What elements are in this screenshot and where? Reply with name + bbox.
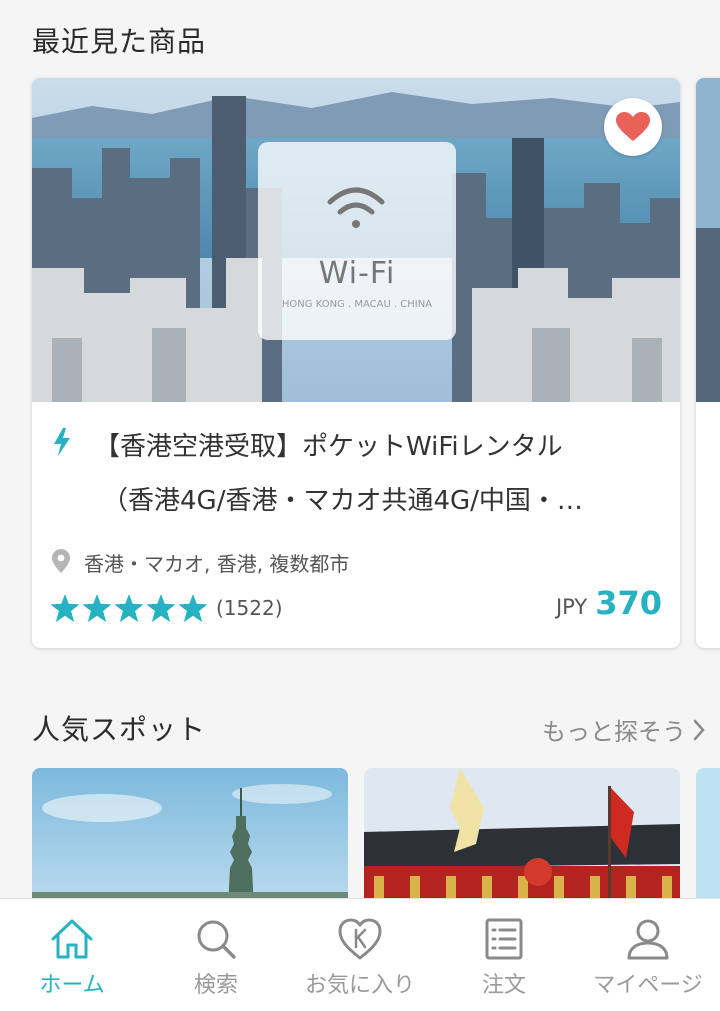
nav-mypage-label: マイページ <box>593 973 703 998</box>
user-icon <box>627 919 669 960</box>
favorite-button[interactable] <box>604 98 662 156</box>
spot-card-peek[interactable] <box>696 768 720 908</box>
nav-home-label: ホーム <box>39 973 105 998</box>
chevron-right-icon <box>693 719 705 740</box>
nav-mypage[interactable]: マイページ <box>576 899 720 1011</box>
home-icon <box>51 919 93 959</box>
next-product-card-peek[interactable] <box>696 78 720 648</box>
heart-icon <box>616 112 650 141</box>
nav-search-label: 検索 <box>193 973 238 998</box>
product-card[interactable]: Wi-Fi HONG KONG . MACAU . CHINA 【香港空港受取】… <box>32 78 680 648</box>
bottom-navigation: ホーム 検索 お気に入り 注文 マイページ <box>0 898 720 1011</box>
star-icon <box>82 594 112 622</box>
price: JPY 370 <box>556 584 662 622</box>
recent-section-title: 最近見た商品 <box>32 25 207 58</box>
product-image[interactable]: Wi-Fi HONG KONG . MACAU . CHINA <box>32 78 680 402</box>
search-icon <box>197 920 236 959</box>
star-icon <box>146 594 176 622</box>
price-value: 370 <box>595 584 662 622</box>
star-icon <box>114 594 144 622</box>
popular-section-title: 人気スポット <box>32 713 207 746</box>
rating-stars <box>50 594 208 622</box>
spot-card-palace[interactable] <box>364 768 680 908</box>
location-pin-icon <box>52 549 70 573</box>
nav-orders-label: 注文 <box>481 973 526 998</box>
nav-favorites[interactable]: お気に入り <box>288 899 432 1011</box>
image-region-text: HONG KONG . MACAU . CHINA <box>281 299 433 310</box>
orders-icon <box>485 918 523 960</box>
star-icon <box>50 594 80 622</box>
product-title-line1: 【香港空港受取】ポケットWiFiレンタル <box>94 432 563 462</box>
review-count: (1522) <box>216 596 283 620</box>
star-icon <box>178 594 208 622</box>
more-spots-link[interactable]: もっと探そう <box>542 712 706 747</box>
product-title[interactable]: 【香港空港受取】ポケットWiFiレンタル （香港4G/香港・マカオ共通4G/中国… <box>94 420 664 528</box>
product-location: 香港・マカオ, 香港, 複数都市 <box>84 552 350 576</box>
nav-home[interactable]: ホーム <box>0 899 144 1011</box>
nav-search[interactable]: 検索 <box>144 899 288 1011</box>
product-title-line2: （香港4G/香港・マカオ共通4G/中国・… <box>102 486 583 516</box>
nav-favorites-label: お気に入り <box>304 973 415 998</box>
nav-orders[interactable]: 注文 <box>432 899 576 1011</box>
price-currency: JPY <box>555 595 588 619</box>
favorites-icon <box>338 918 382 960</box>
image-wifi-text: Wi-Fi <box>318 256 396 291</box>
spot-card-taipei[interactable] <box>32 768 348 908</box>
more-spots-label: もっと探そう <box>542 718 686 746</box>
instant-confirm-icon <box>54 428 70 456</box>
